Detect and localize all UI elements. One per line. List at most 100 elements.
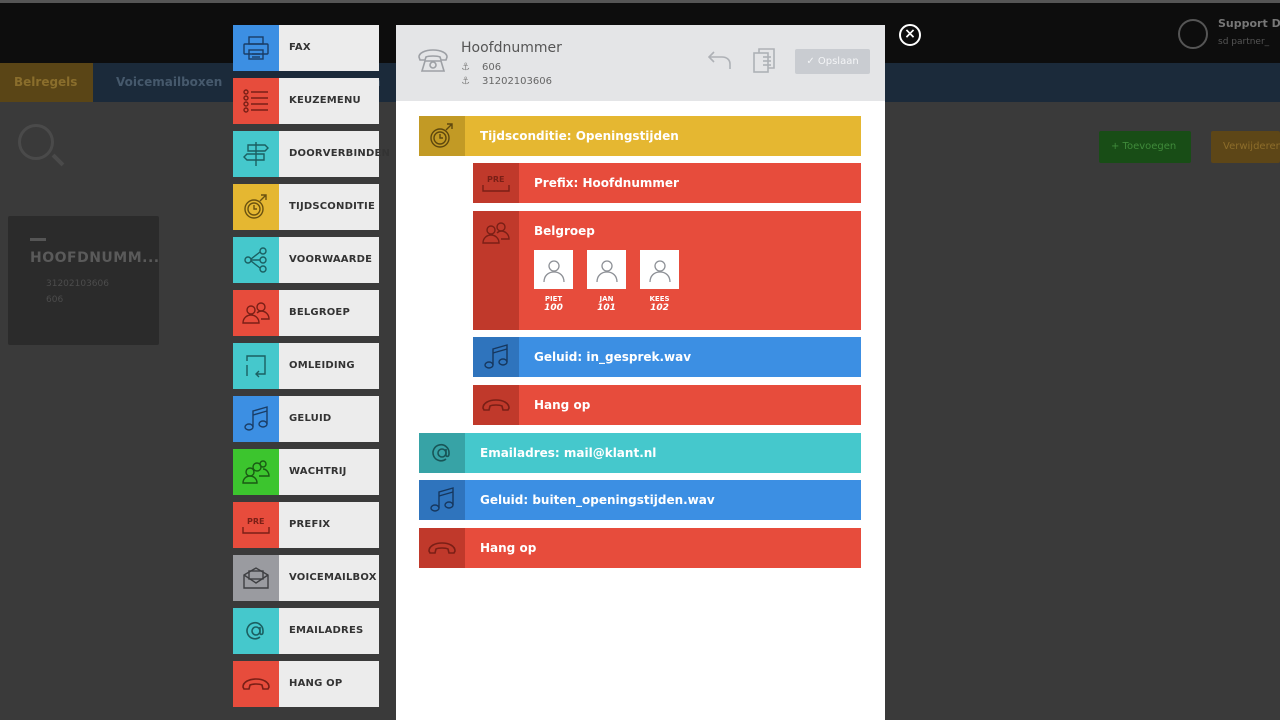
extension-row: ⚓ 606	[461, 62, 501, 73]
member-extension: 101	[597, 303, 616, 313]
user-icon	[640, 250, 679, 289]
palette-item-doorverbinden[interactable]: DOORVERBINDEN	[233, 131, 390, 177]
clock-arrow-icon	[233, 184, 279, 230]
flow-label: Emailadres: mail@klant.nl	[480, 446, 657, 460]
palette-item-geluid[interactable]: GELUID	[233, 396, 379, 442]
palette-item-prefix[interactable]: PRE PREFIX	[233, 502, 379, 548]
group-icon	[233, 290, 279, 336]
flow-label: Prefix: Hoofdnummer	[534, 176, 679, 190]
palette-label: VOORWAARDE	[289, 254, 373, 265]
flow-label: Hang op	[534, 398, 591, 412]
group-member[interactable]: JAN 101	[587, 250, 626, 313]
flow-label: Hang op	[480, 541, 537, 555]
flow-label: Geluid: in_gesprek.wav	[534, 350, 692, 364]
call-flow-dialog: Hoofdnummer ⚓ 606 ⚓ 31202103606 ✓ Opslaan …	[396, 25, 885, 720]
palette-label: DOORVERBINDEN	[289, 148, 391, 159]
flow-sound[interactable]: Geluid: in_gesprek.wav	[473, 337, 861, 377]
hangup-icon	[233, 661, 279, 707]
hangup-icon	[473, 385, 519, 425]
member-extension: 102	[650, 303, 669, 313]
palette-label: WACHTRIJ	[289, 466, 347, 477]
check-icon: ✓	[806, 56, 818, 67]
flow-label: Belgroep	[534, 224, 595, 238]
flow-email[interactable]: Emailadres: mail@klant.nl	[419, 433, 861, 473]
search-icon[interactable]	[18, 124, 54, 160]
palette-item-tijdsconditie[interactable]: TIJDSCONDITIE	[233, 184, 379, 230]
user-icon	[587, 250, 626, 289]
number-row: ⚓ 31202103606	[461, 76, 552, 87]
number-card[interactable]: HOOFDNUMM... 31202103606 606	[8, 216, 159, 345]
palette-item-emailadres[interactable]: EMAILADRES	[233, 608, 379, 654]
copy-icon[interactable]	[753, 48, 775, 78]
palette-label: FAX	[289, 42, 311, 53]
palette-item-hangop[interactable]: HANG OP	[233, 661, 379, 707]
member-name: KEES	[649, 295, 670, 303]
member-extension: 100	[544, 303, 563, 313]
palette-label: VOICEMAILBOX	[289, 572, 377, 583]
flow-label: Tijdsconditie: Openingstijden	[480, 129, 679, 143]
menu-list-icon	[233, 78, 279, 124]
palette-label: KEUZEMENU	[289, 95, 361, 106]
palette-label: BELGROEP	[289, 307, 350, 318]
save-button[interactable]: ✓ Opslaan	[795, 49, 870, 74]
branch-icon	[233, 237, 279, 283]
member-name: JAN	[599, 295, 614, 303]
flow-label: Geluid: buiten_openingstijden.wav	[480, 493, 715, 507]
secondary-button[interactable]: Verwijderen	[1211, 131, 1280, 163]
undo-icon[interactable]	[707, 50, 732, 74]
palette-item-voicemailbox[interactable]: VOICEMAILBOX	[233, 555, 379, 601]
music-note-icon	[233, 396, 279, 442]
palette-item-keuzemenu[interactable]: KEUZEMENU	[233, 78, 379, 124]
palette-item-wachtrij[interactable]: WACHTRIJ	[233, 449, 379, 495]
tab-belregels[interactable]: Belregels	[0, 63, 93, 102]
redirect-icon	[233, 343, 279, 389]
palette-label: GELUID	[289, 413, 332, 424]
svg-text:PRE: PRE	[247, 517, 265, 526]
flow-hangup[interactable]: Hang op	[473, 385, 861, 425]
number-icon: ⚓	[461, 76, 470, 87]
extension-value: 606	[482, 62, 502, 73]
user-icon	[534, 250, 573, 289]
number-value: 31202103606	[482, 76, 552, 87]
prefix-icon: PRE	[473, 163, 519, 203]
member-name: PIET	[544, 295, 563, 303]
palette-label: HANG OP	[289, 678, 343, 689]
palette-label: TIJDSCONDITIE	[289, 201, 375, 212]
card-number: 31202103606	[46, 279, 109, 289]
palette-item-belgroep[interactable]: BELGROEP	[233, 290, 379, 336]
flow-hangup-final[interactable]: Hang op	[419, 528, 861, 568]
card-divider	[30, 238, 46, 241]
user-name: Support D	[1218, 17, 1280, 30]
signpost-icon	[233, 131, 279, 177]
envelope-icon	[233, 555, 279, 601]
extension-icon: ⚓	[461, 62, 470, 73]
user-avatar-icon	[1178, 19, 1208, 49]
save-label: Opslaan	[817, 56, 859, 67]
phone-icon	[418, 49, 448, 77]
user-menu[interactable]: Support D sd partner_	[1174, 15, 1280, 55]
dialog-header: Hoofdnummer ⚓ 606 ⚓ 31202103606 ✓ Opslaan	[396, 25, 885, 101]
flow-time-condition[interactable]: Tijdsconditie: Openingstijden	[419, 116, 861, 156]
palette-item-omleiding[interactable]: OMLEIDING	[233, 343, 379, 389]
clock-arrow-icon	[419, 116, 465, 156]
group-icon	[473, 211, 519, 330]
palette-label: PREFIX	[289, 519, 331, 530]
group-member[interactable]: PIET 100	[534, 250, 573, 313]
prefix-icon: PRE	[233, 502, 279, 548]
tab-voicemailboxen[interactable]: Voicemailboxen	[102, 63, 236, 102]
palette-item-fax[interactable]: FAX	[233, 25, 379, 71]
close-icon[interactable]: ×	[899, 24, 921, 46]
flow-sound-after-hours[interactable]: Geluid: buiten_openingstijden.wav	[419, 480, 861, 520]
flow-belgroep[interactable]: Belgroep PIET 100 JAN 101 KEES 102	[473, 211, 861, 330]
add-button[interactable]: + Toevoegen	[1099, 131, 1191, 163]
hangup-icon	[419, 528, 465, 568]
card-extension: 606	[46, 295, 64, 305]
card-title: HOOFDNUMM...	[30, 250, 160, 266]
at-icon	[419, 433, 465, 473]
fax-icon	[233, 25, 279, 71]
palette-label: OMLEIDING	[289, 360, 355, 371]
palette-item-voorwaarde[interactable]: VOORWAARDE	[233, 237, 379, 283]
palette-label: EMAILADRES	[289, 625, 364, 636]
flow-prefix[interactable]: PRE Prefix: Hoofdnummer	[473, 163, 861, 203]
group-member[interactable]: KEES 102	[640, 250, 679, 313]
